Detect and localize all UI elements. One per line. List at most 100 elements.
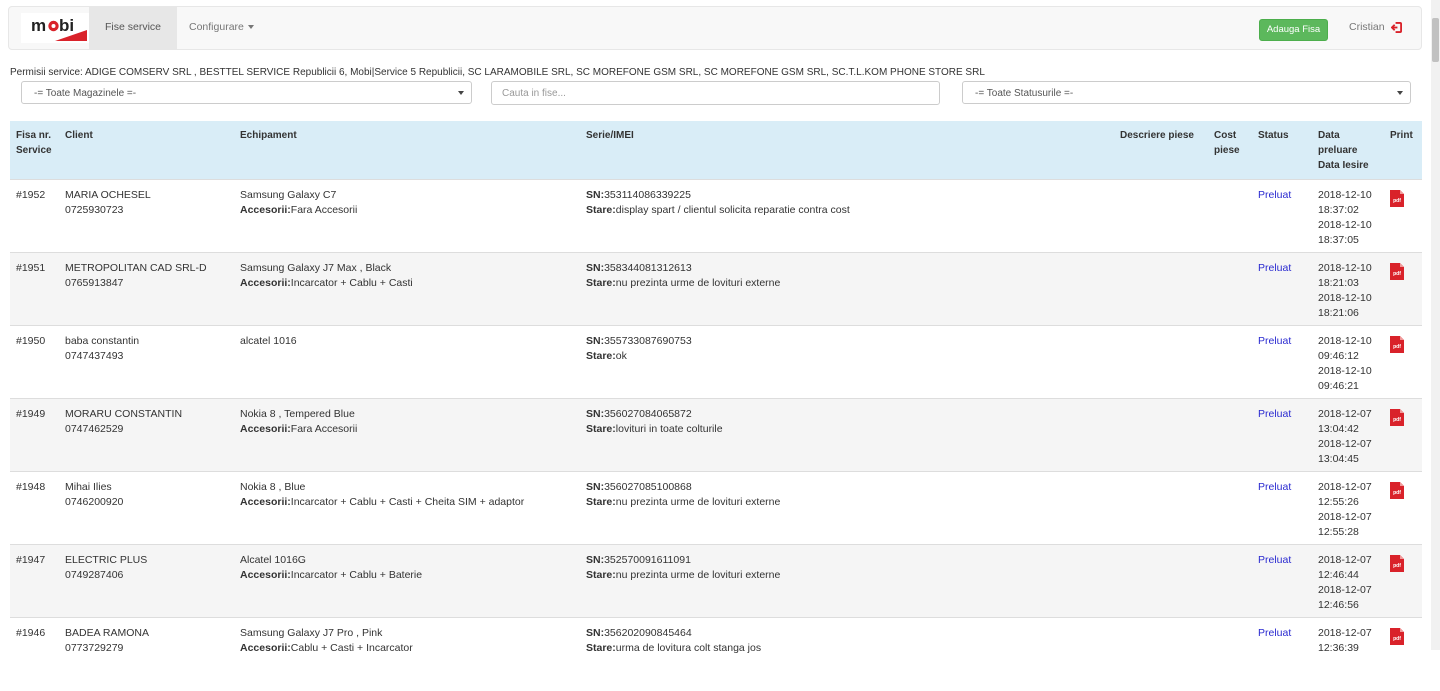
nav-dropdown-configurare[interactable]: Configurare [189,7,254,49]
table-row[interactable]: #1951 METROPOLITAN CAD SRL-D 0765913847 Sam… [10,252,1422,326]
select-arrow-icon [1397,91,1403,95]
table-row[interactable]: #1947 ELECTRIC PLUS 0749287406 Alcatel 1016… [10,544,1422,618]
pdf-icon[interactable]: pdf [1390,628,1404,645]
table-row[interactable]: #1948 Mihai Ilies 0746200920 Nokia 8 , Blue… [10,471,1422,545]
client-cell: MARIA OCHESEL 0725930723 [65,188,151,218]
table-row[interactable]: #1946 BADEA RAMONA 0773729279 Samsung Galax… [10,617,1422,691]
pdf-icon[interactable]: pdf [1390,336,1404,353]
client-cell: Mihai Ilies 0746200920 [65,480,123,510]
pdf-icon[interactable]: pdf [1390,409,1404,426]
accesorii-value: Cablu + Casti + Incarcator [290,642,413,654]
dates-cell: 2018-12-10 18:21:03 2018-12-10 18:21:06 [1318,261,1372,321]
time-in: 12:55:26 [1318,496,1359,508]
status-link[interactable]: Preluat [1258,261,1291,276]
accesorii-value: Incarcator + Cablu + Baterie [290,569,423,581]
scrollbar-thumb[interactable] [1432,18,1439,62]
serial-cell: SN:353114086339225 Stare:display spart / … [586,188,850,218]
time-in: 09:46:12 [1318,350,1359,362]
sn-value: 352570091611091 [604,554,691,566]
stare-value: display spart / clientul solicita repara… [615,204,850,216]
status-link[interactable]: Preluat [1258,407,1291,422]
device-cell: alcatel 1016 [240,334,297,349]
status-link[interactable]: Preluat [1258,188,1291,203]
fisa-number[interactable]: #1949 [16,407,45,422]
fisa-number[interactable]: #1951 [16,261,45,276]
device-name: Samsung Galaxy C7 [240,189,337,201]
sn-label: SN: [586,335,605,347]
sn-value: 353114086339225 [604,189,691,201]
add-fisa-button[interactable]: Adauga Fisa [1259,19,1328,41]
th-status[interactable]: Status [1258,128,1289,143]
stare-value: urma de lovitura colt stanga jos [615,642,762,654]
serial-cell: SN:356202090845464 Stare:urma de lovitura… [586,626,761,656]
client-cell: BADEA RAMONA 0773729279 [65,626,149,656]
sn-value: 358344081312613 [604,262,692,274]
table-row[interactable]: #1950 baba constantin 0747437493 alcatel 10… [10,325,1422,399]
status-filter-select[interactable]: -= Toate Statusurile =- [962,81,1411,104]
user-name: Cristian [1349,21,1385,33]
device-cell: Samsung Galaxy C7 Accesorii:Fara Accesori… [240,188,357,218]
client-cell: baba constantin 0747437493 [65,334,139,364]
stare-label: Stare: [586,277,616,289]
fisa-number[interactable]: #1946 [16,626,45,641]
table-row[interactable]: #1949 MORARU CONSTANTIN 0747462529 Nokia 8 … [10,398,1422,472]
status-link[interactable]: Preluat [1258,480,1291,495]
svg-text:m: m [31,16,46,35]
client-phone: 0747462529 [65,423,124,435]
device-cell: Alcatel 1016G Accesorii:Incarcator + Cabl… [240,553,422,583]
store-filter-select[interactable]: -= Toate Magazinele =- [21,81,472,104]
search-input[interactable] [491,81,940,105]
fisa-number[interactable]: #1952 [16,188,45,203]
status-filter-value: -= Toate Statusurile =- [975,88,1074,99]
svg-text:pdf: pdf [1393,417,1401,423]
pdf-icon[interactable]: pdf [1390,190,1404,207]
date-out: 2018-12-10 [1318,219,1372,231]
th-cost-piese[interactable]: Cost piese [1214,128,1240,158]
stare-label: Stare: [586,204,616,216]
table-row[interactable]: #1952 MARIA OCHESEL 0725930723 Samsung Gala… [10,179,1422,253]
status-link[interactable]: Preluat [1258,334,1291,349]
th-print: Print [1390,130,1413,141]
stare-label: Stare: [586,350,616,362]
dates-cell: 2018-12-10 18:37:02 2018-12-10 18:37:05 [1318,188,1372,248]
pdf-icon[interactable]: pdf [1390,263,1404,280]
dates-cell: 2018-12-07 12:46:44 2018-12-07 12:46:56 [1318,553,1372,613]
date-in: 2018-12-10 [1318,189,1372,201]
mobi-logo[interactable]: m bi [21,13,89,43]
accesorii-value: Fara Accesorii [290,423,358,435]
accesorii-label: Accesorii: [240,569,291,581]
sn-label: SN: [586,554,605,566]
status-link[interactable]: Preluat [1258,553,1291,568]
page-scrollbar[interactable] [1431,0,1440,650]
th-fisa-nr[interactable]: Fisa nr. Service [16,128,52,158]
sn-label: SN: [586,262,605,274]
accesorii-label: Accesorii: [240,423,291,435]
th-serie-imei[interactable]: Serie/IMEI [586,128,634,143]
serial-cell: SN:352570091611091 Stare:nu prezinta urme… [586,553,780,583]
sn-label: SN: [586,481,605,493]
pdf-icon[interactable]: pdf [1390,482,1404,499]
date-out: 2018-12-10 [1318,365,1372,377]
th-data[interactable]: Data preluare Data Iesire [1318,128,1369,173]
client-name: MORARU CONSTANTIN [65,408,183,420]
nav-tab-fise-service[interactable]: Fise service [89,7,177,49]
user-logout-link[interactable]: Cristian [1349,7,1402,49]
time-in: 18:21:03 [1318,277,1359,289]
th-echipament[interactable]: Echipament [240,128,297,143]
fisa-number[interactable]: #1950 [16,334,45,349]
time-out: 13:04:45 [1318,453,1359,465]
svg-text:pdf: pdf [1393,198,1401,204]
fisa-number[interactable]: #1947 [16,553,45,568]
date-out: 2018-12-10 [1318,292,1372,304]
date-out: 2018-12-07 [1318,511,1372,523]
date-in: 2018-12-07 [1318,408,1372,420]
fisa-number[interactable]: #1948 [16,480,45,495]
time-in: 12:36:39 [1318,642,1359,654]
stare-label: Stare: [586,496,616,508]
th-client[interactable]: Client [65,128,93,143]
pdf-icon[interactable]: pdf [1390,555,1404,572]
svg-text:pdf: pdf [1393,636,1401,642]
th-descriere-piese[interactable]: Descriere piese [1120,128,1194,143]
status-link[interactable]: Preluat [1258,626,1291,641]
serial-cell: SN:356027084065872 Stare:lovituri in toat… [586,407,723,437]
